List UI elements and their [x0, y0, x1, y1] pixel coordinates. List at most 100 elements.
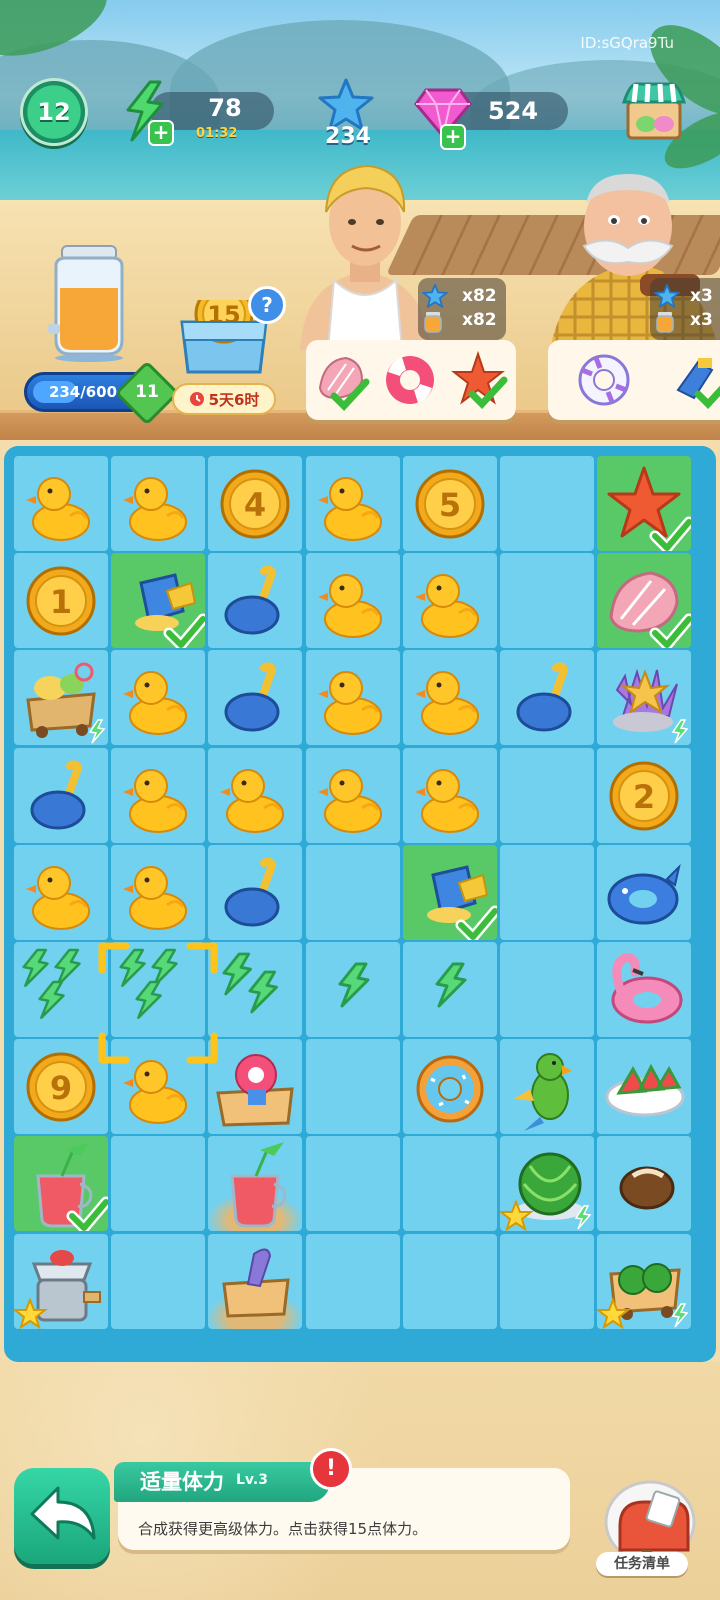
board-cell[interactable] — [305, 747, 400, 843]
board-cell[interactable] — [111, 650, 206, 746]
board-cell[interactable] — [208, 553, 303, 649]
board-cell[interactable] — [305, 553, 400, 649]
help-button[interactable]: ? — [248, 286, 286, 324]
clock-icon — [189, 392, 204, 406]
board-cell[interactable] — [500, 650, 594, 746]
board-cell[interactable] — [14, 1136, 108, 1232]
shop-icon[interactable] — [622, 78, 686, 144]
board-cell[interactable] — [597, 844, 692, 940]
shovel-icon — [224, 565, 280, 635]
board-cell[interactable] — [500, 1136, 594, 1232]
board-cell[interactable] — [597, 650, 692, 746]
flamingo-icon — [611, 953, 683, 1024]
order-star-reward: x3 — [690, 286, 713, 306]
board-cell[interactable] — [402, 844, 497, 940]
board-cell[interactable] — [14, 844, 108, 940]
board-cell[interactable] — [597, 942, 692, 1037]
reward-level: 11 — [135, 382, 159, 402]
shovel-icon — [224, 662, 280, 732]
board-cell[interactable] — [14, 747, 108, 843]
board-cell[interactable] — [305, 1039, 400, 1135]
board-cell[interactable] — [111, 456, 206, 551]
star-icon — [654, 284, 680, 308]
shovel-icon — [516, 662, 572, 732]
board-cell[interactable] — [402, 553, 497, 649]
item-info-description: 合成获得更高级体力。点击获得15点体力。 — [138, 1520, 428, 1538]
board-cell[interactable] — [305, 1233, 400, 1329]
board-cell[interactable] — [402, 650, 497, 746]
board-cell[interactable] — [305, 650, 400, 746]
board-cell[interactable] — [111, 844, 206, 940]
board-cell[interactable] — [305, 942, 400, 1037]
starfish-icon — [607, 466, 692, 551]
board-cell[interactable] — [208, 942, 303, 1037]
board-cell[interactable] — [111, 747, 206, 843]
board-cell[interactable] — [402, 1039, 497, 1135]
board-cell[interactable] — [500, 942, 594, 1037]
juice-icon — [656, 312, 674, 333]
board-cell[interactable] — [305, 844, 400, 940]
board-cell[interactable] — [305, 456, 400, 551]
add-gem-button[interactable]: + — [440, 124, 466, 150]
board-cell[interactable] — [597, 1039, 692, 1135]
board-cell[interactable] — [597, 1136, 692, 1232]
duck-icon — [414, 574, 479, 639]
task-list-button[interactable]: 任务清单 — [596, 1552, 688, 1576]
board-cell[interactable] — [402, 1233, 497, 1329]
board-cell[interactable] — [402, 1136, 497, 1232]
board-cell[interactable] — [305, 1136, 400, 1232]
energy-icon — [22, 948, 81, 1019]
juice-jar-icon[interactable] — [48, 244, 130, 362]
energy-count: 78 — [208, 94, 242, 122]
back-button[interactable] — [14, 1468, 110, 1564]
add-energy-button[interactable]: + — [148, 120, 174, 146]
board-cell[interactable] — [14, 1233, 108, 1329]
order-items — [578, 354, 720, 410]
svg-text:4: 4 — [244, 486, 266, 524]
board-cell[interactable] — [597, 553, 692, 649]
board-cell[interactable] — [500, 747, 594, 843]
order-card-2[interactable] — [548, 340, 720, 420]
melon-cart-icon — [597, 1262, 689, 1329]
order-juice-reward: x3 — [690, 310, 713, 330]
board-cell[interactable] — [111, 553, 206, 649]
order-star-reward: x82 — [462, 286, 497, 306]
duck-icon — [317, 574, 382, 639]
board-cell[interactable] — [111, 1233, 206, 1329]
energy-icon — [222, 952, 279, 1014]
board-cell[interactable] — [208, 650, 303, 746]
board-cell[interactable] — [111, 1136, 206, 1232]
duck-icon — [220, 768, 285, 833]
board-cell[interactable]: 5 — [402, 456, 497, 551]
board-cell[interactable] — [14, 942, 108, 1037]
board-cell[interactable] — [597, 456, 692, 551]
board-cell[interactable] — [208, 844, 303, 940]
event-timer-text: 5天6时 — [208, 390, 260, 409]
board-cell[interactable] — [500, 553, 594, 649]
coin-icon: 1 — [26, 566, 96, 636]
board-cell[interactable]: 2 — [597, 747, 692, 843]
board-cell[interactable] — [500, 1233, 594, 1329]
player-level-badge[interactable]: 12 — [20, 78, 88, 146]
order-card-1[interactable] — [306, 340, 516, 420]
coin-icon: 4 — [220, 469, 290, 539]
board-cell[interactable] — [208, 747, 303, 843]
board-cell[interactable] — [208, 1039, 303, 1135]
board-cell[interactable] — [402, 747, 497, 843]
gem-count: 524 — [487, 97, 539, 125]
board-cell[interactable] — [208, 1136, 303, 1232]
board-cell[interactable] — [14, 650, 108, 746]
board-cell[interactable] — [14, 456, 108, 551]
board-cell[interactable] — [500, 456, 594, 551]
board-cell[interactable] — [500, 844, 594, 940]
board-cell[interactable] — [208, 1233, 303, 1329]
board-cell[interactable]: 9 — [14, 1039, 108, 1135]
swim-ring-white-icon — [578, 354, 630, 406]
board-cell[interactable]: 1 — [14, 553, 108, 649]
alert-icon[interactable]: ! — [310, 1448, 352, 1490]
board-cell[interactable] — [597, 1233, 692, 1329]
board-cell[interactable] — [402, 942, 497, 1037]
watermelon-plate-icon — [605, 1063, 685, 1117]
board-cell[interactable] — [500, 1039, 594, 1135]
board-cell[interactable]: 4 — [208, 456, 303, 551]
